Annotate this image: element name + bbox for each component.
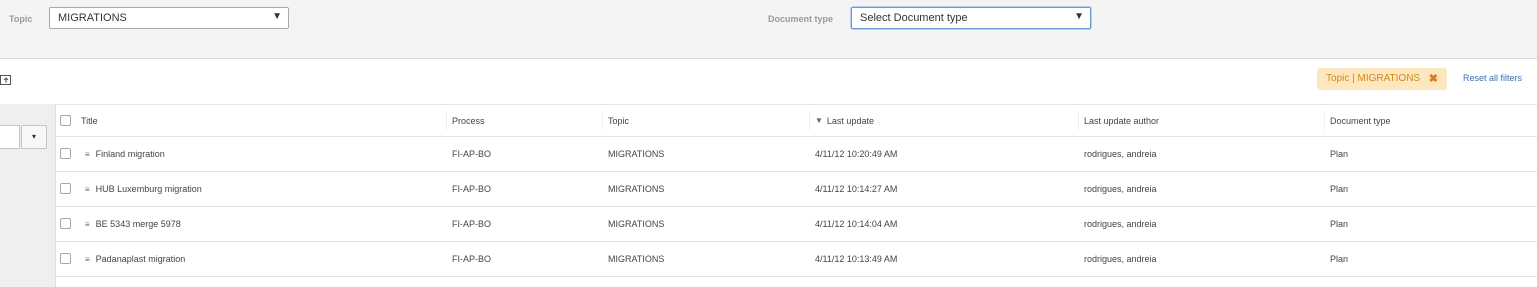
close-icon[interactable]: ✖ [1429, 72, 1438, 85]
row-document-type: Plan [1330, 219, 1349, 229]
header-last-update-label: Last update [826, 115, 874, 126]
row-title[interactable]: BE 5343 merge 5978 [96, 219, 181, 229]
row-last-update: 4/11/12 10:14:04 AM [815, 219, 898, 229]
column-divider [602, 111, 603, 130]
row-process: FI-AP-BO [452, 149, 492, 159]
row-last-update: 4/11/12 10:14:27 AM [815, 184, 898, 194]
row-author: rodrigues, andreia [1084, 149, 1157, 159]
filter-bar: Topic MIGRATIONS ▼ Document type Select … [0, 0, 1537, 59]
document-icon: ≡ [85, 219, 90, 229]
row-topic: MIGRATIONS [608, 184, 665, 194]
row-checkbox[interactable] [60, 218, 71, 229]
row-checkbox[interactable] [60, 253, 71, 264]
column-divider [1078, 111, 1079, 130]
row-process: FI-AP-BO [452, 254, 492, 264]
documents-table: Title Process Topic ▼ Last update Last u… [56, 104, 1537, 277]
document-type-select[interactable]: Select Document type ▼ [851, 7, 1091, 29]
sort-descending-icon: ▼ [815, 116, 823, 125]
document-icon: ≡ [85, 254, 90, 264]
row-document-type: Plan [1330, 184, 1349, 194]
header-author[interactable]: Last update author [1084, 105, 1159, 136]
topic-select-value: MIGRATIONS [58, 12, 127, 24]
row-title-cell[interactable]: ≡ HUB Luxemburg migration [85, 172, 202, 206]
row-title-cell[interactable]: ≡ Finland migration [85, 137, 165, 171]
left-panel-dropdown-button[interactable]: ▾ [21, 125, 47, 149]
table-row[interactable]: ≡ HUB Luxemburg migration FI-AP-BO MIGRA… [56, 172, 1537, 207]
active-filter-label: Topic | MIGRATIONS [1326, 73, 1421, 84]
row-document-type: Plan [1330, 149, 1349, 159]
row-last-update: 4/11/12 10:13:49 AM [815, 254, 898, 264]
row-topic: MIGRATIONS [608, 149, 665, 159]
row-title[interactable]: Padanaplast migration [96, 254, 186, 264]
row-title[interactable]: Finland migration [96, 149, 165, 159]
chevron-down-icon: ▼ [272, 11, 282, 22]
row-title-cell[interactable]: ≡ BE 5343 merge 5978 [85, 207, 181, 241]
export-icon[interactable] [0, 74, 12, 86]
header-last-update[interactable]: ▼ Last update [815, 105, 874, 136]
topic-select[interactable]: MIGRATIONS ▼ [49, 7, 289, 29]
row-topic: MIGRATIONS [608, 254, 665, 264]
table-row[interactable]: ≡ BE 5343 merge 5978 FI-AP-BO MIGRATIONS… [56, 207, 1537, 242]
chevron-down-icon: ▼ [1074, 11, 1084, 22]
row-checkbox[interactable] [60, 183, 71, 194]
topic-filter-label: Topic [9, 14, 33, 24]
column-divider [1324, 111, 1325, 130]
document-icon: ≡ [85, 149, 90, 159]
row-document-type: Plan [1330, 254, 1349, 264]
row-process: FI-AP-BO [452, 219, 492, 229]
row-last-update: 4/11/12 10:20:49 AM [815, 149, 898, 159]
column-divider [446, 111, 447, 130]
row-title[interactable]: HUB Luxemburg migration [96, 184, 202, 194]
table-row[interactable]: ≡ Padanaplast migration FI-AP-BO MIGRATI… [56, 242, 1537, 277]
header-topic[interactable]: Topic [608, 105, 629, 136]
row-checkbox[interactable] [60, 148, 71, 159]
doctype-filter-label: Document type [768, 14, 834, 24]
row-author: rodrigues, andreia [1084, 219, 1157, 229]
row-title-cell[interactable]: ≡ Padanaplast migration [85, 242, 185, 276]
row-author: rodrigues, andreia [1084, 254, 1157, 264]
select-all-checkbox[interactable] [60, 114, 71, 126]
column-divider [809, 111, 810, 130]
row-author: rodrigues, andreia [1084, 184, 1157, 194]
header-title[interactable]: Title [81, 105, 98, 136]
left-panel-input[interactable] [0, 125, 20, 149]
document-list-page: Topic MIGRATIONS ▼ Document type Select … [0, 0, 1537, 287]
chevron-down-icon: ▾ [31, 132, 36, 141]
document-icon: ≡ [85, 184, 90, 194]
reset-filters-link[interactable]: Reset all filters [1463, 73, 1522, 83]
table-header-row: Title Process Topic ▼ Last update Last u… [56, 104, 1537, 137]
table-row[interactable]: ≡ Finland migration FI-AP-BO MIGRATIONS … [56, 137, 1537, 172]
row-topic: MIGRATIONS [608, 219, 665, 229]
document-type-select-value: Select Document type [860, 12, 968, 24]
row-process: FI-AP-BO [452, 184, 492, 194]
header-process[interactable]: Process [452, 105, 485, 136]
header-document-type[interactable]: Document type [1330, 105, 1391, 136]
active-filter-chip: Topic | MIGRATIONS ✖ [1317, 68, 1447, 90]
